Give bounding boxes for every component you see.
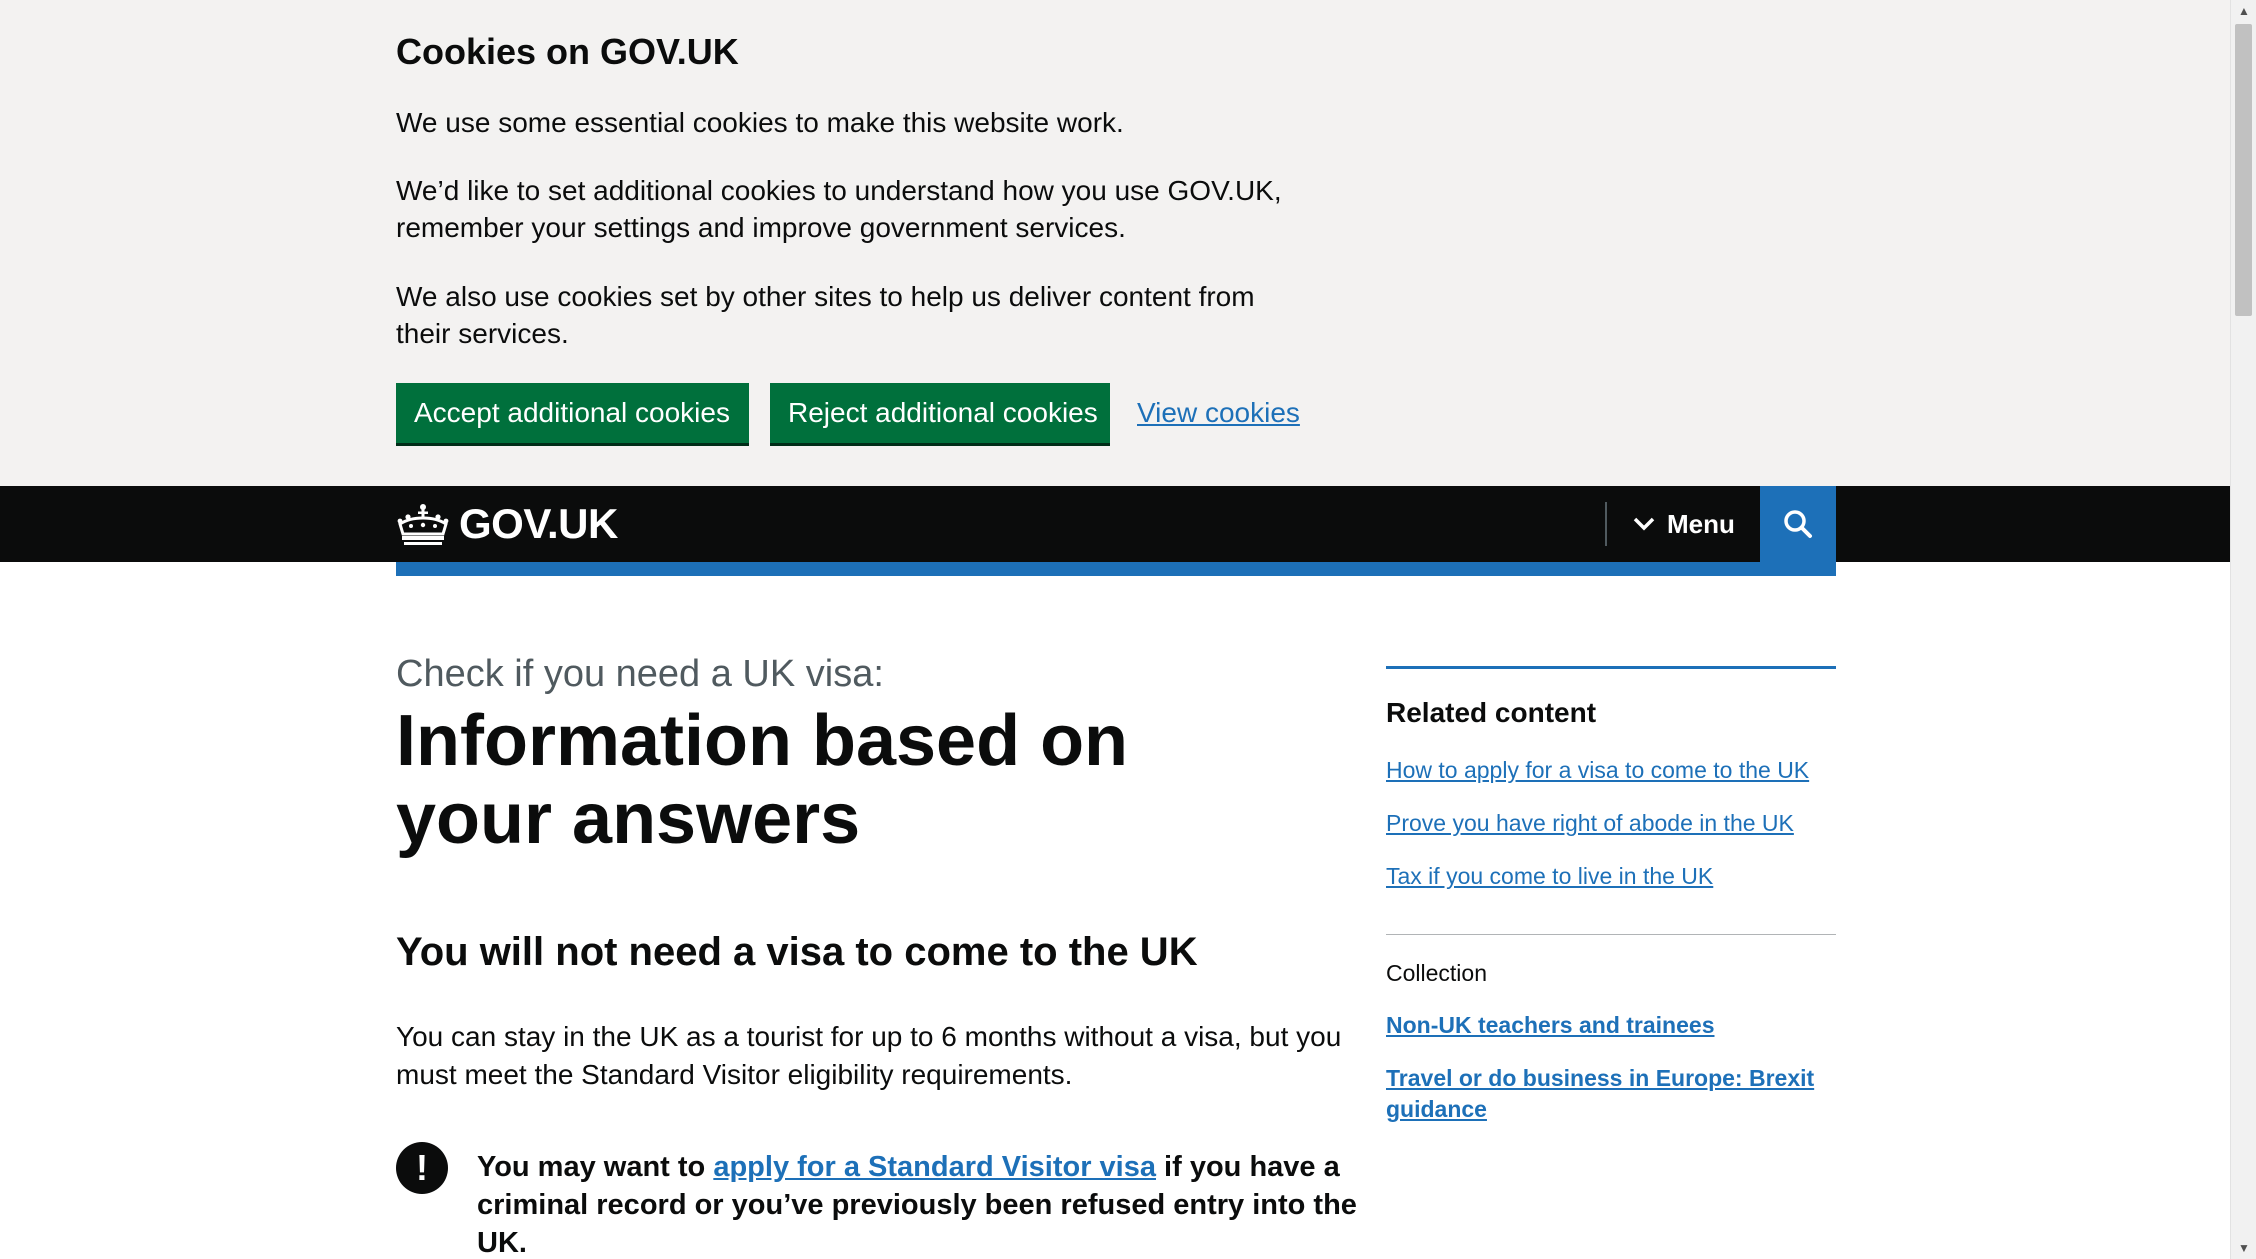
collection-label: Collection	[1386, 960, 1487, 986]
scrollbar-thumb[interactable]	[2235, 24, 2252, 316]
warning-text: You may want to apply for a Standard Vis…	[477, 1148, 1377, 1259]
header-blue-bar	[396, 562, 1836, 576]
site-header: GOV.UK Menu	[0, 486, 2230, 562]
result-heading: You will not need a visa to come to the …	[396, 930, 1198, 974]
page-caption: Check if you need a UK visa:	[396, 653, 884, 695]
menu-button-label: Menu	[1667, 508, 1735, 539]
govuk-logo-text: GOV.UK	[459, 500, 618, 547]
warning-icon: !	[396, 1142, 448, 1194]
cookie-paragraph-additional: We’d like to set additional cookies to u…	[396, 175, 1282, 243]
page-scrollbar[interactable]: ▲ ▼	[2230, 0, 2256, 1259]
standard-visitor-visa-link[interactable]: apply for a Standard Visitor visa	[713, 1151, 1156, 1183]
related-link[interactable]: Tax if you come to live in the UK	[1386, 861, 1713, 891]
collection-link[interactable]: Non-UK teachers and trainees	[1386, 1010, 1836, 1041]
collection-link[interactable]: Travel or do business in Europe: Brexit …	[1386, 1063, 1836, 1125]
search-button[interactable]	[1760, 486, 1836, 562]
warning-text-before: You may want to	[477, 1151, 714, 1183]
menu-divider	[1605, 502, 1607, 546]
related-link[interactable]: How to apply for a visa to come to the U…	[1386, 755, 1809, 785]
search-icon	[1784, 510, 1812, 538]
related-content: Related content How to apply for a visa …	[1386, 666, 1836, 889]
page: Cookies on GOV.UK We use some essential …	[0, 0, 2230, 1259]
collection-divider	[1386, 934, 1836, 935]
result-body: You can stay in the UK as a tourist for …	[396, 1021, 1342, 1090]
crown-icon	[397, 504, 449, 545]
govuk-logo-link[interactable]: GOV.UK	[396, 500, 618, 548]
related-link[interactable]: Prove you have right of abode in the UK	[1386, 808, 1794, 838]
related-content-title: Related content	[1386, 697, 1597, 728]
scroll-down-arrow-icon[interactable]: ▼	[2231, 1237, 2256, 1259]
cookie-banner-title: Cookies on GOV.UK	[396, 31, 739, 72]
menu-button[interactable]: Menu	[1633, 486, 1735, 562]
cookie-paragraph-essential: We use some essential cookies to make th…	[396, 107, 1124, 138]
chevron-down-icon	[1633, 517, 1655, 531]
cookie-paragraph-third-party: We also use cookies set by other sites t…	[396, 281, 1255, 349]
page-title: Information based on your answers	[396, 701, 1129, 859]
accept-cookies-button[interactable]: Accept additional cookies	[396, 383, 749, 443]
cookie-banner: Cookies on GOV.UK We use some essential …	[0, 0, 2230, 486]
reject-cookies-button[interactable]: Reject additional cookies	[770, 383, 1110, 443]
view-cookies-link[interactable]: View cookies	[1137, 393, 1300, 433]
scroll-up-arrow-icon[interactable]: ▲	[2231, 0, 2256, 22]
